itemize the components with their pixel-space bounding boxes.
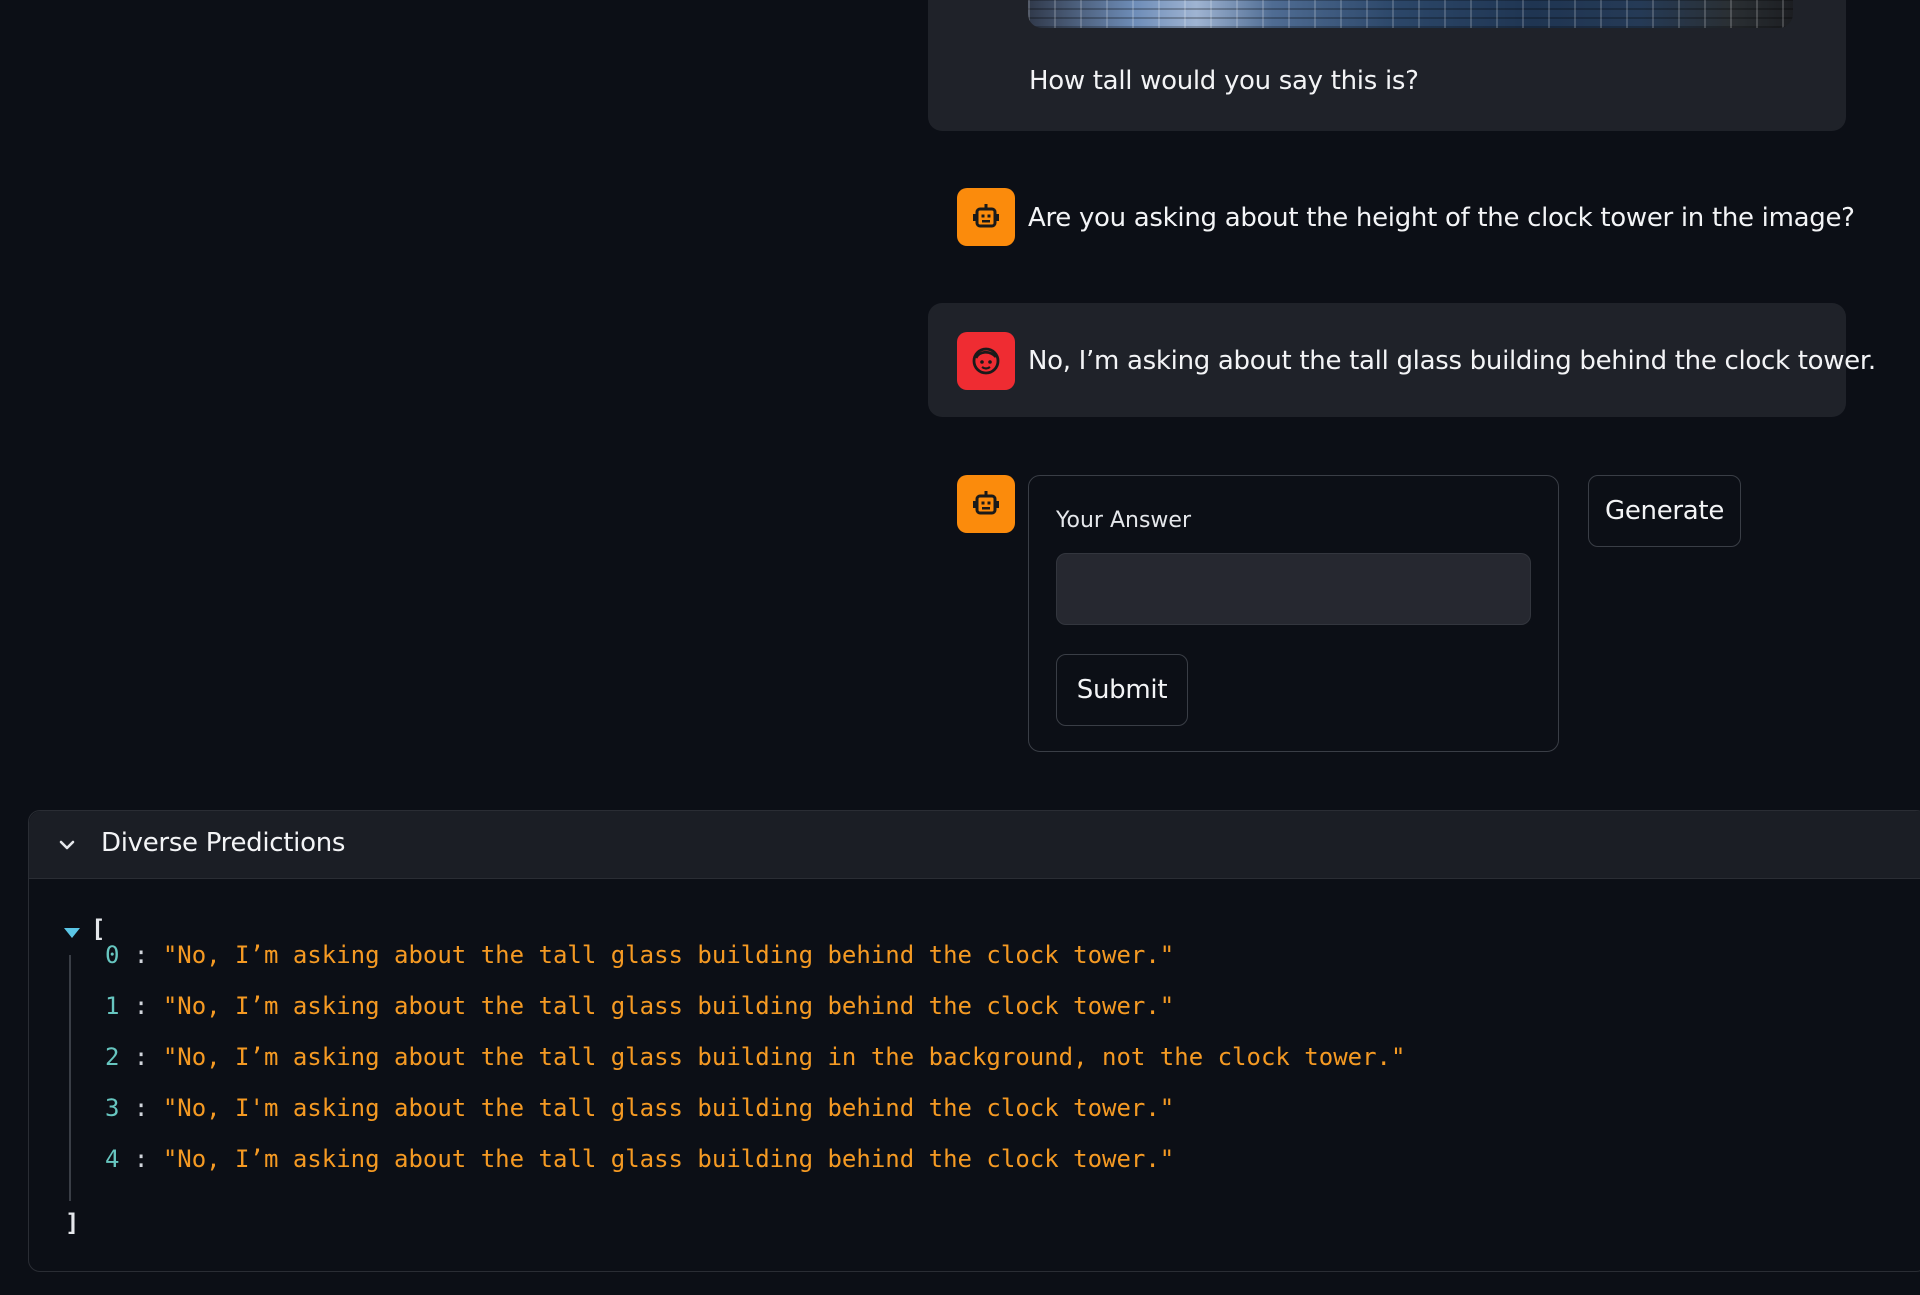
bot-message: Are you asking about the height of the c… — [957, 188, 1855, 248]
generate-button[interactable]: Generate — [1588, 475, 1741, 547]
user-message-text: How tall would you say this is? — [1029, 66, 1419, 96]
user-message-with-image: How tall would you say this is? — [928, 0, 1846, 131]
user-message-text: No, I’m asking about the tall glass buil… — [1028, 346, 1876, 376]
submit-button[interactable]: Submit — [1056, 654, 1188, 726]
json-item: 3 : "No, I'm asking about the tall glass… — [105, 1094, 1175, 1122]
json-close-bracket: ] — [65, 1209, 80, 1237]
chat-page: How tall would you say this is? Are you … — [0, 0, 1920, 1295]
json-index: 1 — [105, 992, 120, 1020]
json-index: 2 — [105, 1043, 120, 1071]
json-index: 3 — [105, 1094, 120, 1122]
face-icon — [972, 347, 1000, 375]
json-item: 0 : "No, I’m asking about the tall glass… — [105, 941, 1175, 969]
attached-image[interactable] — [1028, 0, 1793, 28]
json-value: "No, I'm asking about the tall glass bui… — [162, 1094, 1175, 1122]
user-avatar — [957, 332, 1015, 390]
bot-avatar — [957, 188, 1015, 246]
json-item: 4 : "No, I’m asking about the tall glass… — [105, 1145, 1175, 1173]
json-index: 4 — [105, 1145, 120, 1173]
json-open-bracket: [ — [91, 915, 106, 943]
json-viewer: [ 0 : "No, I’m asking about the tall gla… — [29, 879, 1920, 1271]
json-item: 2 : "No, I’m asking about the tall glass… — [105, 1043, 1406, 1071]
accordion-title: Diverse Predictions — [101, 828, 346, 858]
answer-form: Your Answer Submit — [1028, 475, 1559, 752]
robot-icon — [973, 204, 999, 228]
json-index: 0 — [105, 941, 120, 969]
json-item: 1 : "No, I’m asking about the tall glass… — [105, 992, 1175, 1020]
json-value: "No, I’m asking about the tall glass bui… — [162, 1145, 1175, 1173]
json-value: "No, I’m asking about the tall glass bui… — [162, 941, 1175, 969]
diverse-predictions-panel: Diverse Predictions [ 0 : "No, I’m askin… — [28, 810, 1920, 1272]
json-indent-guide — [69, 955, 71, 1201]
chevron-down-icon — [59, 840, 75, 850]
user-message: No, I’m asking about the tall glass buil… — [928, 303, 1876, 417]
robot-icon — [973, 491, 999, 515]
bot-message-text: Are you asking about the height of the c… — [1028, 203, 1855, 233]
answer-input[interactable] — [1056, 553, 1531, 625]
json-value: "No, I’m asking about the tall glass bui… — [162, 1043, 1406, 1071]
answer-label: Your Answer — [1056, 508, 1191, 533]
diverse-predictions-header[interactable]: Diverse Predictions — [29, 811, 1920, 879]
collapse-triangle-icon[interactable] — [63, 927, 81, 939]
bot-avatar — [957, 475, 1015, 533]
json-value: "No, I’m asking about the tall glass bui… — [162, 992, 1175, 1020]
